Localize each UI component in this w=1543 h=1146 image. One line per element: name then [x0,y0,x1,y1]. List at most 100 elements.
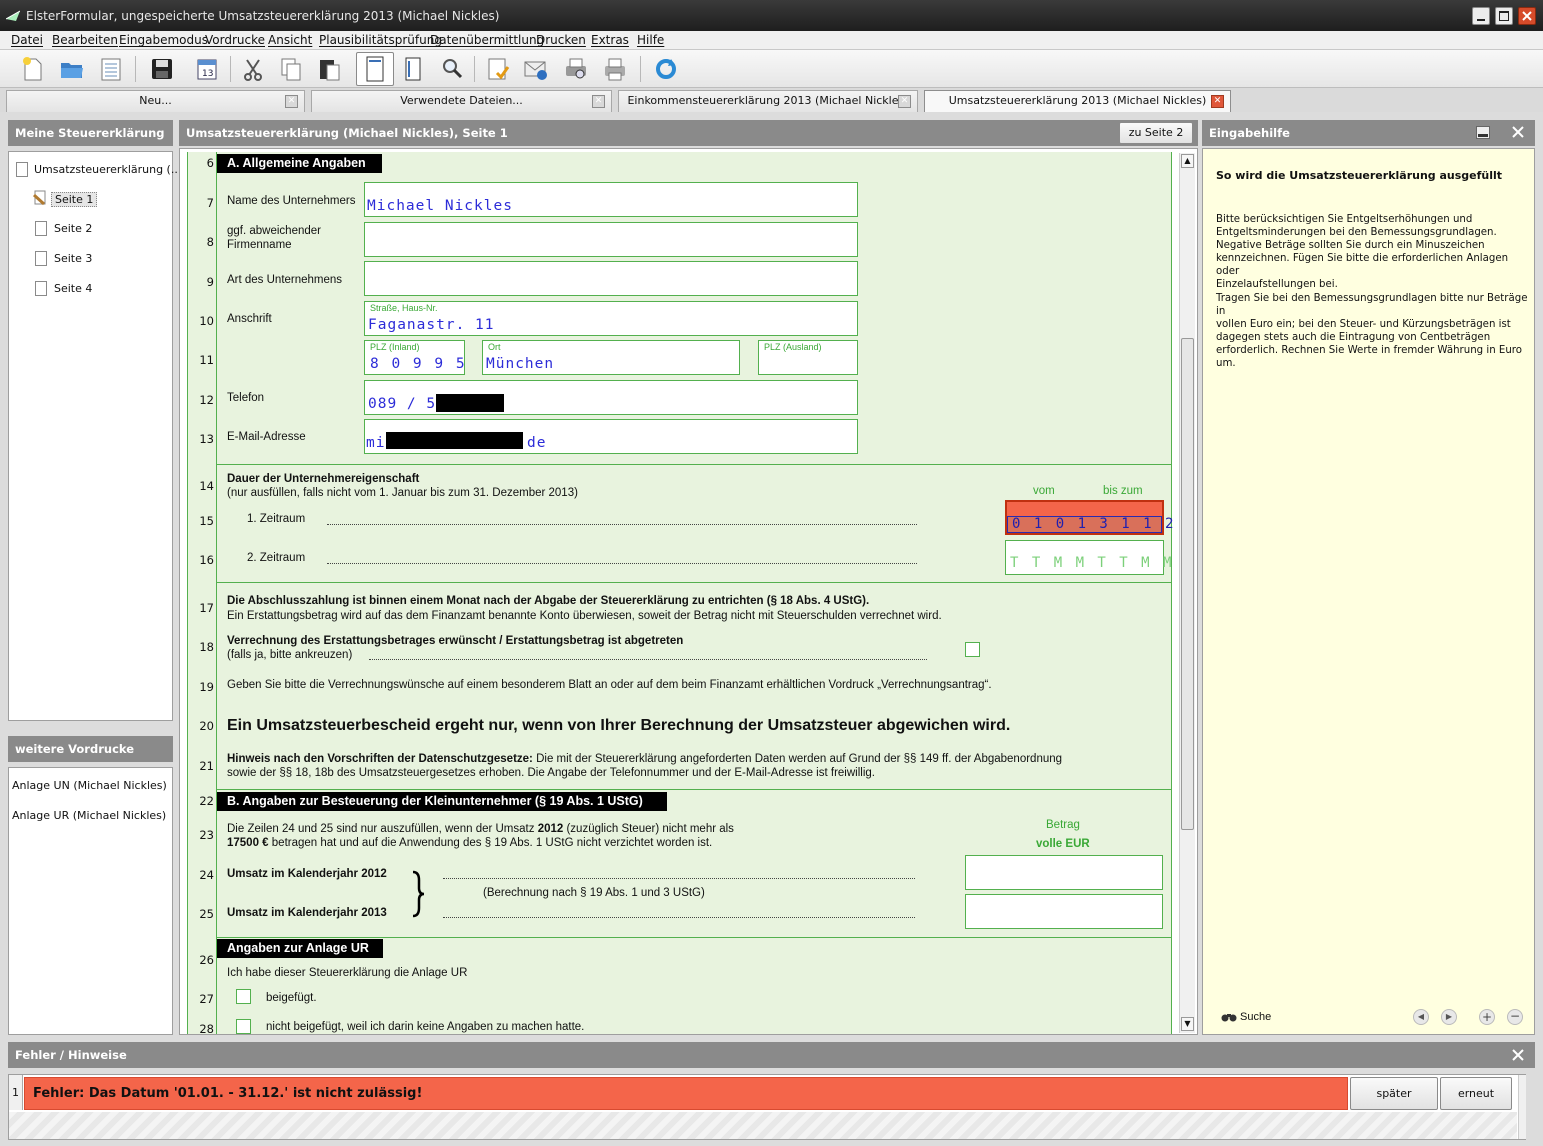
help-line: vollen Euro ein; bei den Steuer- und Kür… [1216,318,1511,330]
menu-drucken[interactable]: Drucken [536,33,586,47]
search-icon[interactable] [438,55,466,83]
page-width-icon[interactable] [399,55,427,83]
more-form-anlage-un[interactable]: Anlage UN (Michael Nickles) [12,779,167,792]
tab-vat-return[interactable]: Umsatzsteuererklärung 2013 (Michael Nick… [924,90,1231,112]
form-scrollbar[interactable]: ▲ ▼ [1179,153,1195,1033]
tab-new[interactable]: Neu... ✕ [6,90,305,112]
name-field[interactable]: Michael Nickles [364,182,858,217]
ur-attached-checkbox[interactable] [236,989,251,1004]
error-message[interactable]: Fehler: Das Datum '01.01. - 31.12.' ist … [24,1077,1348,1110]
page-fit-icon[interactable] [356,52,394,86]
privacy-heading: Hinweis nach den Vorschriften der Datens… [227,753,533,765]
zoom-in-icon[interactable]: + [1479,1009,1495,1025]
menu-bearbeiten[interactable]: Bearbeiten [52,33,118,47]
refresh-icon[interactable] [652,55,680,83]
revenue-2013-field[interactable] [965,894,1163,929]
leader-dots [327,563,917,564]
open-folder-icon[interactable] [58,55,86,83]
goto-page-2-button[interactable]: zu Seite 2 [1119,122,1193,144]
divider [217,937,1172,938]
privacy-text-1: Hinweis nach den Vorschriften der Datens… [227,753,1062,765]
plz-foreign-field[interactable]: PLZ (Ausland) [758,340,858,375]
menu-extras[interactable]: Extras [591,33,629,47]
line-number: 23 [199,828,214,842]
plz-field[interactable]: PLZ (Inland) 8 0 9 9 5 [364,340,465,375]
line-number: 26 [199,953,214,967]
cut-icon[interactable] [239,55,267,83]
period-1-field[interactable]: 0 1 0 1 3 1 1 2 [1005,500,1173,535]
menu-ansicht[interactable]: Ansicht [268,33,312,47]
email-value-end: de [527,435,547,451]
menu-vordrucke[interactable]: Vordrucke [205,33,265,47]
help-search-link[interactable]: Suche [1240,1011,1271,1023]
minimize-button[interactable] [1472,7,1490,25]
send-mail-icon[interactable] [522,55,550,83]
next-icon[interactable]: ▶ [1441,1009,1457,1025]
city-value: München [486,356,555,372]
help-line: Tragen Sie bei den Bemessungsgrundlagen … [1216,292,1528,317]
duration-note: (nur ausfüllen, falls nicht vom 1. Janua… [227,487,578,499]
tab-close-icon[interactable]: ✕ [898,95,911,108]
tree-item-seite-1[interactable]: Seite 1 [51,192,98,207]
scroll-down-icon[interactable]: ▼ [1181,1017,1194,1031]
duration-title: Dauer der Unternehmereigenschaft [227,473,420,485]
menu-hilfe[interactable]: Hilfe [637,33,664,47]
check-form-icon[interactable] [484,55,512,83]
city-field[interactable]: Ort München [482,340,740,375]
errors-empty-area [9,1112,1517,1139]
city-caption: Ort [488,342,501,352]
line-number: 28 [199,1022,214,1035]
menu-datei[interactable]: Datei [11,33,43,47]
tree-item-seite-3[interactable]: Seite 3 [54,252,92,265]
minimize-panel-icon[interactable] [1476,126,1490,139]
tab-close-icon[interactable]: ✕ [285,95,298,108]
menu-eingabemodus[interactable]: Eingabemodus [119,33,208,47]
tab-close-icon[interactable]: ✕ [592,95,605,108]
tree-item-seite-4[interactable]: Seite 4 [54,282,92,295]
street-field[interactable]: Straße, Haus-Nr. Faganastr. 11 [364,301,858,336]
menu-datenuebermittlung[interactable]: Datenübermittlung [430,33,544,47]
errors-scrollbar[interactable] [1518,1075,1526,1139]
new-document-icon[interactable] [18,55,46,83]
period-2-field[interactable]: T T M M T T M M [1005,540,1171,575]
menu-plausibilitaetspruefung[interactable]: Plausibilitätsprüfung [319,33,442,47]
revenue-2012-field[interactable] [965,855,1163,890]
tree-item-seite-2[interactable]: Seite 2 [54,222,92,235]
print-icon[interactable] [601,55,629,83]
calendar-icon[interactable]: 13 [193,55,221,83]
print-preview-icon[interactable] [562,55,590,83]
line-number: 8 [206,235,214,249]
help-panel: So wird die Umsatzsteuererklärung ausgef… [1202,148,1535,1035]
phone-field[interactable]: 089 / 5 [364,380,858,415]
more-form-anlage-ur[interactable]: Anlage UR (Michael Nickles) [12,809,166,822]
email-field[interactable]: mi de [364,419,858,454]
period-2-placeholder: T T M M T T M M [1010,555,1174,571]
close-errors-icon[interactable] [1511,1048,1525,1062]
tab-income-tax[interactable]: Einkommensteuererklärung 2013 (Michael N… [618,90,918,112]
maximize-button[interactable] [1495,7,1513,25]
zoom-out-icon[interactable]: − [1507,1009,1523,1025]
close-panel-icon[interactable] [1511,125,1525,139]
recheck-button[interactable]: erneut prüfen [1440,1077,1512,1131]
tab-close-icon[interactable]: ✕ [1211,95,1224,108]
save-icon[interactable] [148,55,176,83]
tab-used-files[interactable]: Verwendete Dateien... ✕ [311,90,612,112]
business-type-field[interactable] [364,261,858,296]
previous-icon[interactable]: ◀ [1413,1009,1429,1025]
redaction-box [386,432,523,449]
window-close-button[interactable] [1518,7,1536,25]
paste-icon[interactable] [315,55,343,83]
copy-icon[interactable] [277,55,305,83]
period-1-input: 0 1 0 1 3 1 1 2 [1007,516,1173,533]
plz-value: 8 0 9 9 5 [370,356,467,372]
phone-label: Telefon [227,392,265,404]
scroll-up-icon[interactable]: ▲ [1181,154,1194,168]
help-title: Eingabehilfe [1209,126,1290,140]
offset-checkbox[interactable] [965,642,980,657]
scroll-thumb[interactable] [1181,338,1194,830]
alt-name-field[interactable] [364,222,858,257]
fix-later-button[interactable]: später beseitigen [1350,1077,1438,1131]
list-icon[interactable] [97,55,125,83]
ur-not-attached-checkbox[interactable] [236,1019,251,1034]
tree-root[interactable]: Umsatzsteuererklärung (... [34,163,181,176]
